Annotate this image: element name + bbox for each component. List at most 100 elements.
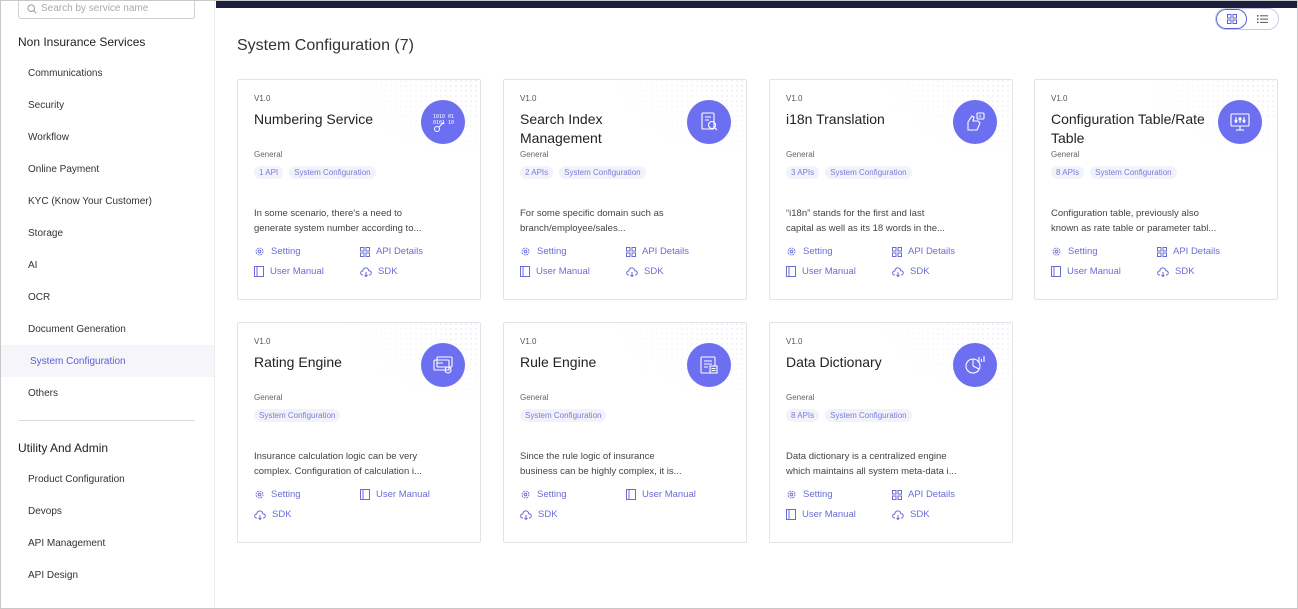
sdk-link[interactable]: SDK: [360, 266, 398, 277]
card-title[interactable]: Rating Engine: [254, 353, 414, 372]
card-version: V1.0: [786, 337, 803, 346]
category-tag: System Configuration: [254, 409, 341, 422]
card-version: V1.0: [254, 94, 271, 103]
user-manual-link[interactable]: User Manual: [626, 489, 696, 500]
list-view-button[interactable]: [1247, 9, 1278, 29]
user-manual-link[interactable]: User Manual: [786, 266, 856, 277]
card-description-line: Data dictionary is a centralized engine: [786, 451, 947, 462]
card-title[interactable]: i18n Translation: [786, 110, 946, 129]
card-title[interactable]: Search Index Management: [520, 110, 680, 148]
api-details-link[interactable]: API Details: [892, 246, 955, 257]
sidebar-item-ai[interactable]: AI: [1, 249, 214, 281]
sidebar-item-devops[interactable]: Devops: [1, 495, 214, 527]
card-title[interactable]: Configuration Table/Rate Table: [1051, 110, 1211, 148]
service-card-numbering-service[interactable]: V1.0 Numbering Service 1010 01 0101 10 Ge…: [237, 79, 481, 300]
sidebar-item-storage[interactable]: Storage: [1, 217, 214, 249]
setting-link[interactable]: Setting: [1051, 246, 1098, 257]
sidebar-item-communications[interactable]: Communications: [1, 57, 214, 89]
gear-icon: [255, 490, 264, 499]
setting-link[interactable]: Setting: [786, 489, 833, 500]
card-description-line: which maintains all system meta-data i..…: [786, 466, 957, 477]
service-card-configuration-table[interactable]: V1.0 Configuration Table/Rate Table Gene…: [1034, 79, 1278, 300]
setting-label: Setting: [803, 246, 833, 257]
setting-link[interactable]: Setting: [786, 246, 833, 257]
search-input[interactable]: [41, 3, 191, 14]
sidebar-item-workflow[interactable]: Workflow: [1, 121, 214, 153]
sidebar-item-api-design[interactable]: API Design: [1, 559, 214, 591]
sidebar-item-others[interactable]: Others: [1, 377, 214, 409]
card-description: Data dictionary is a centralized engine …: [786, 449, 986, 479]
category-tag: System Configuration: [825, 409, 912, 422]
card-version: V1.0: [520, 337, 537, 346]
api-details-label: API Details: [1173, 246, 1220, 257]
sdk-link[interactable]: SDK: [626, 266, 664, 277]
service-card-rating-engine[interactable]: V1.0 Rating Engine General System Config…: [237, 322, 481, 543]
card-description: Since the rule logic of insurance busine…: [520, 449, 720, 479]
api-grid-icon: [626, 246, 636, 257]
user-manual-label: User Manual: [642, 489, 696, 500]
user-manual-link[interactable]: User Manual: [254, 266, 324, 277]
book-icon: [1051, 266, 1061, 277]
sdk-link[interactable]: SDK: [254, 509, 292, 520]
user-manual-link[interactable]: User Manual: [360, 489, 430, 500]
setting-link[interactable]: Setting: [520, 246, 567, 257]
card-tags: 8 APIs System Configuration: [786, 409, 912, 422]
user-manual-link[interactable]: User Manual: [520, 266, 590, 277]
card-category: General: [520, 393, 549, 402]
api-details-link[interactable]: API Details: [626, 246, 689, 257]
cloud-download-icon: [520, 509, 532, 520]
number-code-icon: 1010 01 0101 10: [421, 100, 465, 144]
sidebar-item-api-management[interactable]: API Management: [1, 527, 214, 559]
search-document-icon: [687, 100, 731, 144]
card-version: V1.0: [520, 94, 537, 103]
book-icon: [360, 489, 370, 500]
setting-link[interactable]: Setting: [254, 489, 301, 500]
gear-icon: [521, 490, 530, 499]
api-details-link[interactable]: API Details: [892, 489, 955, 500]
card-title[interactable]: Data Dictionary: [786, 353, 946, 372]
cloud-download-icon: [360, 266, 372, 277]
card-description: “i18n” stands for the first and last cap…: [786, 206, 986, 236]
sdk-link[interactable]: SDK: [1157, 266, 1195, 277]
sidebar-item-security[interactable]: Security: [1, 89, 214, 121]
setting-link[interactable]: Setting: [520, 489, 567, 500]
sidebar-item-system-configuration[interactable]: System Configuration: [1, 345, 214, 377]
card-category: General: [254, 393, 283, 402]
sdk-label: SDK: [910, 266, 930, 277]
sdk-label: SDK: [538, 509, 558, 520]
grid-view-button[interactable]: [1216, 9, 1248, 29]
top-bar: [216, 1, 1297, 8]
sdk-link[interactable]: SDK: [520, 509, 558, 520]
card-title[interactable]: Numbering Service: [254, 110, 414, 129]
service-card-search-index-management[interactable]: V1.0 Search Index Management General 2 A…: [503, 79, 747, 300]
card-version: V1.0: [254, 337, 271, 346]
sdk-link[interactable]: SDK: [892, 509, 930, 520]
book-icon: [626, 489, 636, 500]
card-description-line: known as rate table or parameter tabl...: [1051, 223, 1217, 234]
api-count-tag: 8 APIs: [786, 409, 820, 422]
service-card-rule-engine[interactable]: V1.0 Rule Engine General System Configur…: [503, 322, 747, 543]
api-details-link[interactable]: API Details: [1157, 246, 1220, 257]
api-grid-icon: [360, 246, 370, 257]
sidebar-item-online-payment[interactable]: Online Payment: [1, 153, 214, 185]
sidebar-item-kyc[interactable]: KYC (Know Your Customer): [1, 185, 214, 217]
section-title-utility-admin: Utility And Admin: [18, 441, 109, 455]
service-card-i18n-translation[interactable]: V1.0 i18n Translation A General 3 APIs S…: [769, 79, 1013, 300]
setting-label: Setting: [271, 489, 301, 500]
card-category: General: [1051, 150, 1080, 159]
card-title[interactable]: Rule Engine: [520, 353, 680, 372]
card-category: General: [520, 150, 549, 159]
user-manual-link[interactable]: User Manual: [786, 509, 856, 520]
card-category: General: [786, 150, 815, 159]
setting-link[interactable]: Setting: [254, 246, 301, 257]
sidebar-item-document-generation[interactable]: Document Generation: [1, 313, 214, 345]
user-manual-link[interactable]: User Manual: [1051, 266, 1121, 277]
search-box[interactable]: [18, 1, 195, 19]
book-icon: [786, 266, 796, 277]
api-details-link[interactable]: API Details: [360, 246, 423, 257]
sidebar-item-ocr[interactable]: OCR: [1, 281, 214, 313]
sidebar-item-product-configuration[interactable]: Product Configuration: [1, 463, 214, 495]
service-card-data-dictionary[interactable]: V1.0 Data Dictionary General 8 APIs Syst…: [769, 322, 1013, 543]
sdk-link[interactable]: SDK: [892, 266, 930, 277]
user-manual-label: User Manual: [270, 266, 324, 277]
